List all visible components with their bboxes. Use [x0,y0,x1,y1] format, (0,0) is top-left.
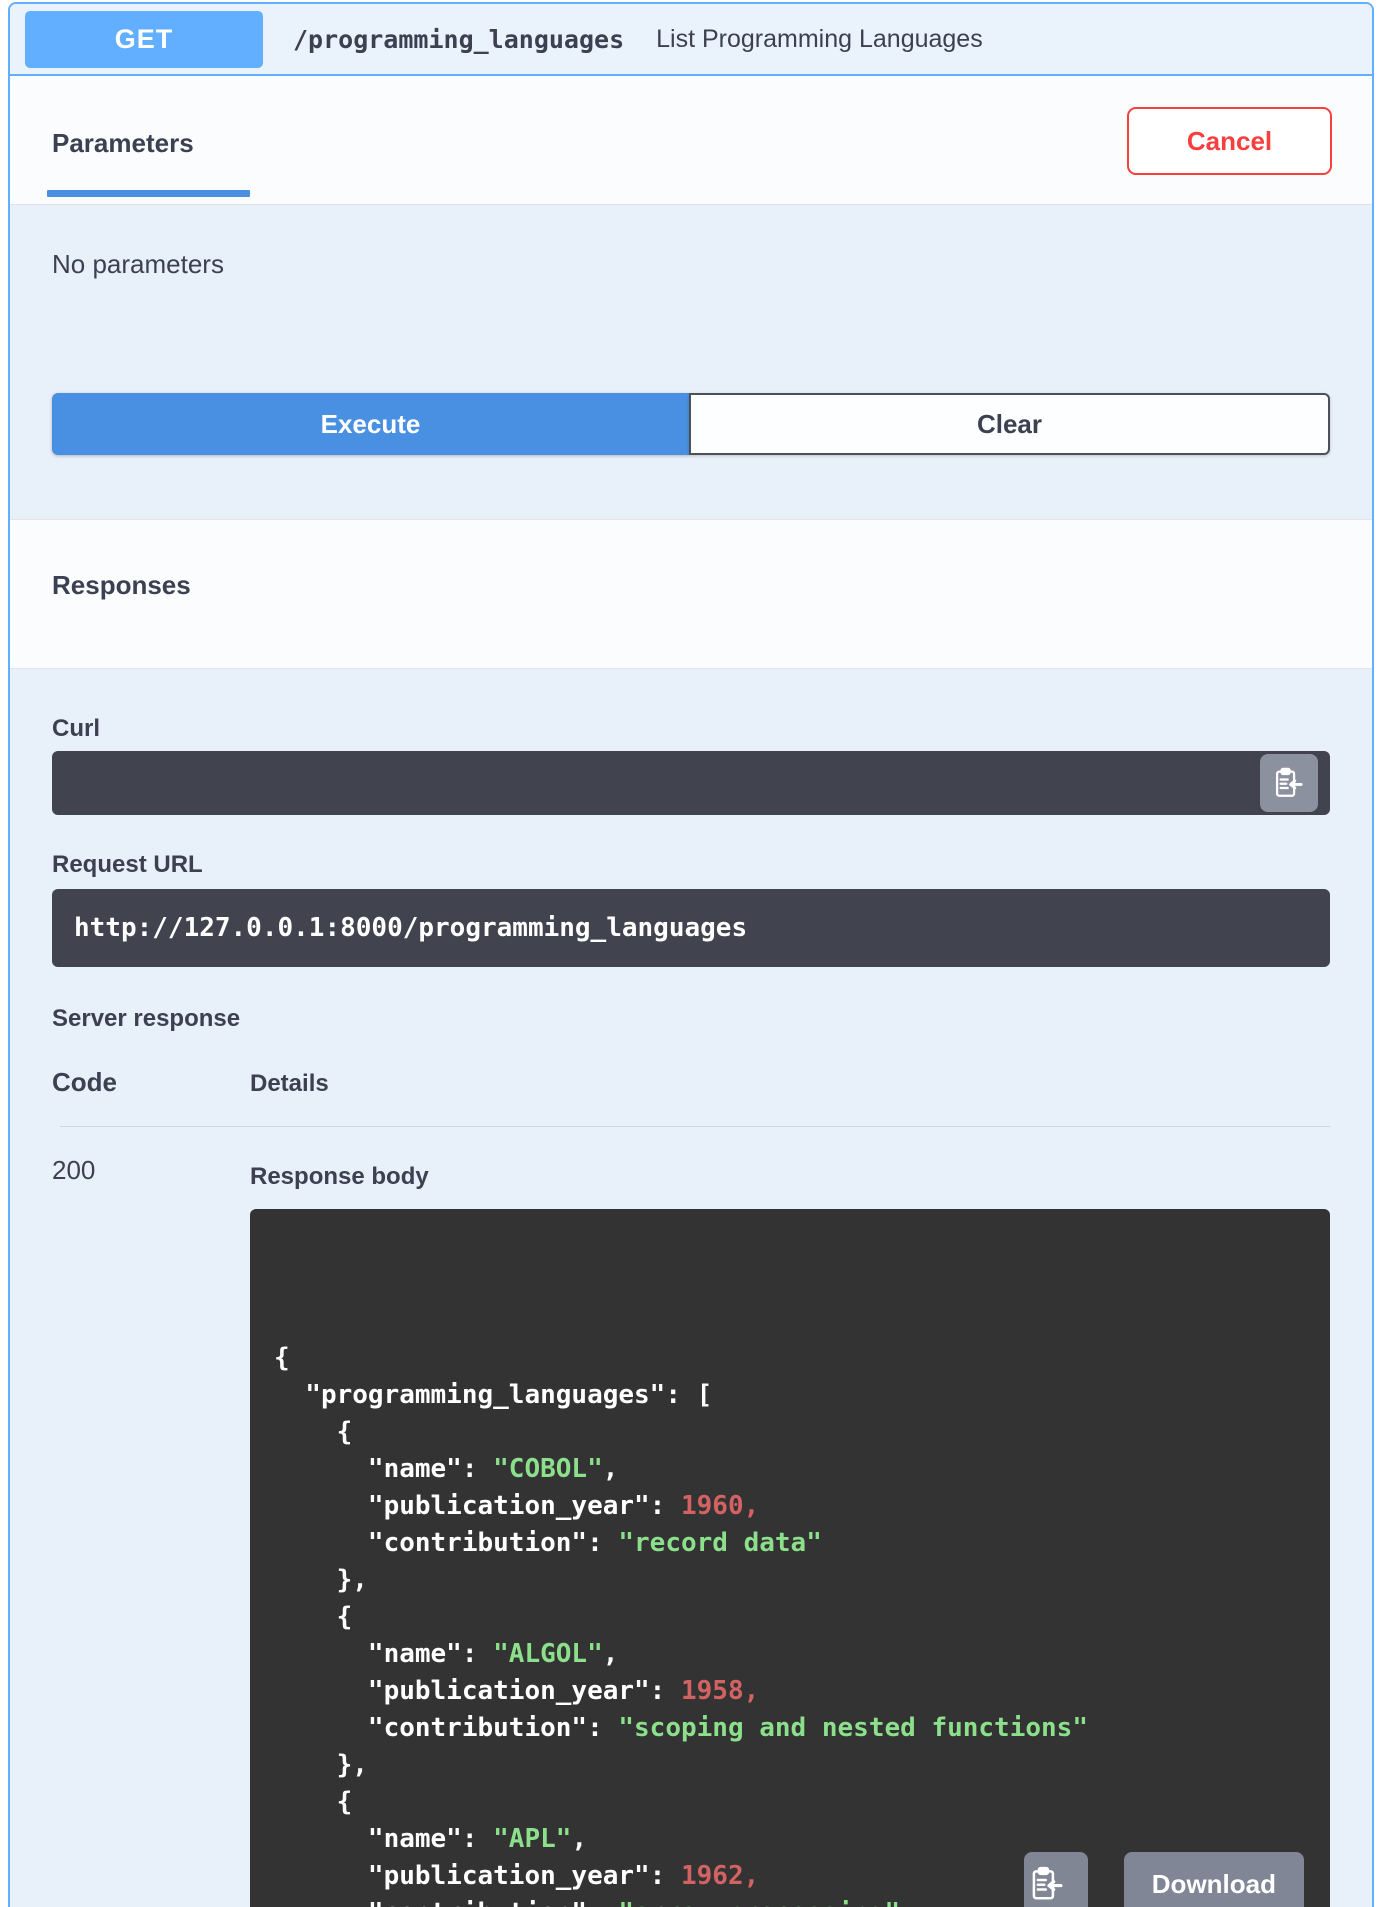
endpoint-summary: List Programming Languages [656,24,983,53]
clipboard-copy-icon [1270,751,1307,815]
response-details-cell: Response body { "programming_languages":… [250,1155,1330,1907]
response-body-label: Response body [250,1163,429,1190]
operation-block-get: GET /programming_languages List Programm… [8,2,1374,1907]
endpoint-path: /programming_languages [293,24,625,54]
response-actions: Download [1023,1852,1304,1907]
response-body-code: { "programming_languages": [ { "name": "… [250,1209,1330,1907]
execute-button[interactable]: Execute [52,393,689,455]
responses-content: Curl curl -X GET "http://127.0.0.1:8000/… [10,669,1372,1907]
tab-parameters[interactable]: Parameters [52,128,194,159]
execute-row: Execute Clear [52,393,1330,455]
cancel-button[interactable]: Cancel [1127,107,1332,175]
response-copy-button[interactable] [1023,1852,1088,1907]
clipboard-copy-icon [1026,1835,1085,1907]
code-column-header: Code [52,1067,117,1097]
request-url-value: http://127.0.0.1:8000/programming_langua… [52,889,1330,967]
curl-command: curl -X GET "http://127.0.0.1:8000/progr… [52,751,1330,815]
curl-copy-button[interactable] [1260,754,1318,812]
response-status-code: 200 [52,1155,96,1185]
table-divider [60,1126,1330,1127]
responses-title: Responses [52,570,191,600]
tab-active-underline [47,190,250,197]
download-button[interactable]: Download [1123,1852,1304,1907]
parameters-section-header: Parameters Cancel [10,76,1372,205]
responses-section-header: Responses [10,519,1372,669]
no-parameters-text: No parameters [52,249,224,279]
get-method-badge: GET [25,10,263,68]
server-response-table-header: Code Details [52,1067,1330,1098]
operation-summary[interactable]: GET /programming_languages List Programm… [10,4,1372,76]
clear-button[interactable]: Clear [689,393,1330,455]
curl-label: Curl [52,715,100,742]
details-column-header: Details [250,1070,329,1097]
server-response-row: 200 Response body { "programming_languag… [52,1155,1330,1907]
server-response-label: Server response [52,1005,241,1032]
request-url-label: Request URL [52,851,203,878]
parameters-body: No parameters Execute Clear [10,205,1372,519]
